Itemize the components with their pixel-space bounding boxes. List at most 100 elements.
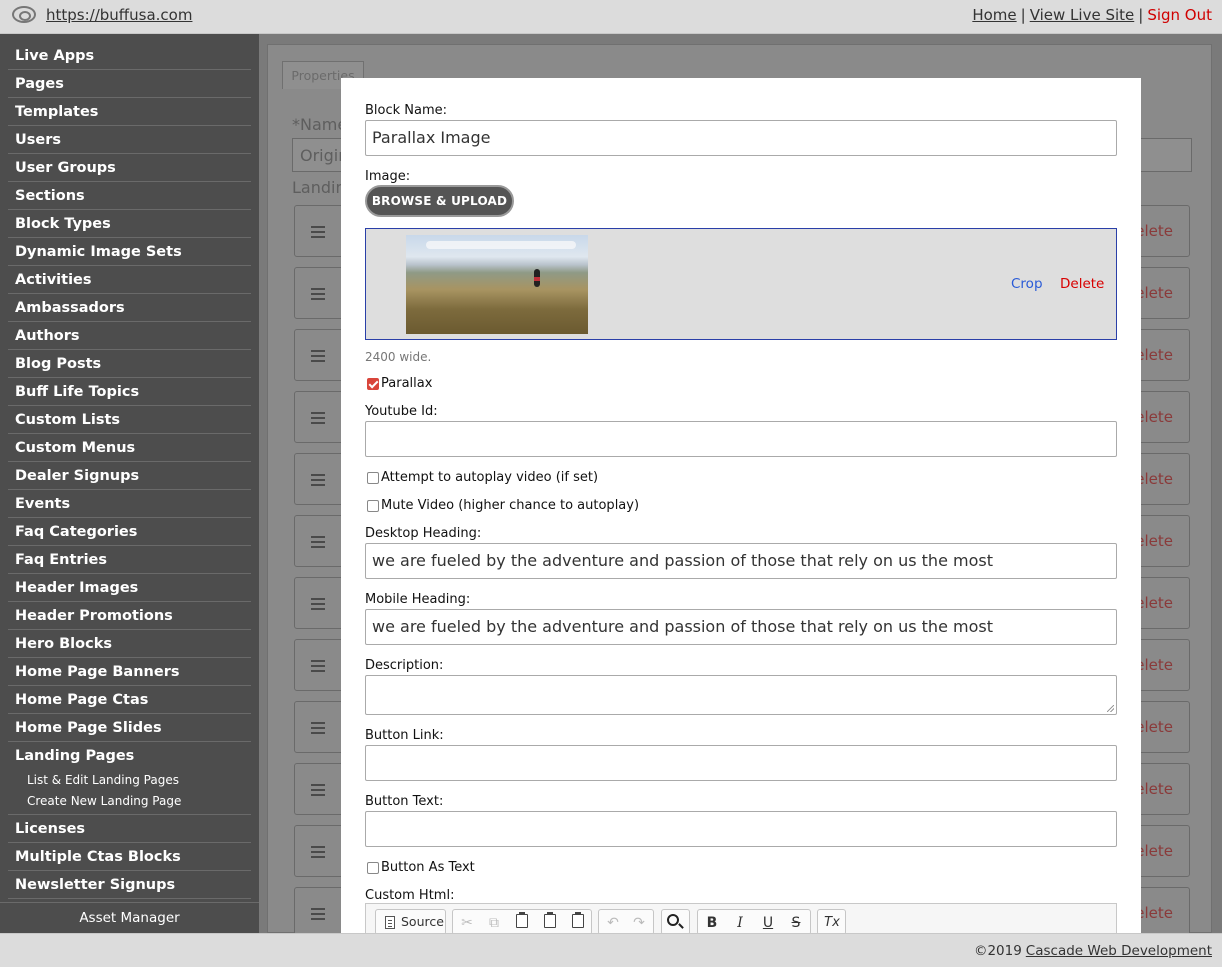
autoplay-label: Attempt to autoplay video (if set) bbox=[381, 470, 599, 485]
footer: ©2019 Cascade Web Development bbox=[0, 933, 1222, 967]
source-button[interactable]: Source bbox=[375, 909, 446, 933]
sidebar-menu: Live Apps Pages Templates Users User Gro… bbox=[8, 42, 251, 899]
redo-icon[interactable]: ↷ bbox=[628, 913, 650, 933]
button-text-label: Button Text: bbox=[365, 794, 444, 809]
mobile-heading-input[interactable]: we are fueled by the adventure and passi… bbox=[365, 609, 1117, 645]
drag-handle-icon[interactable] bbox=[311, 598, 325, 610]
clipboard-toolbar-group: ✂ ⧉ bbox=[452, 909, 592, 933]
nav-separator: | bbox=[1020, 6, 1026, 24]
sidebar-item-faq-entries[interactable]: Faq Entries bbox=[8, 546, 251, 574]
cut-icon[interactable]: ✂ bbox=[456, 913, 478, 933]
desktop-heading-label: Desktop Heading: bbox=[365, 526, 482, 541]
find-search-icon[interactable] bbox=[667, 914, 679, 926]
asset-manager-button[interactable]: Asset Manager bbox=[0, 902, 259, 933]
view-live-site-link[interactable]: View Live Site bbox=[1030, 6, 1135, 24]
drag-handle-icon[interactable] bbox=[311, 536, 325, 548]
sidebar-item-dynamic-image-sets[interactable]: Dynamic Image Sets bbox=[8, 238, 251, 266]
sidebar-item-home-page-ctas[interactable]: Home Page Ctas bbox=[8, 686, 251, 714]
copy-icon[interactable]: ⧉ bbox=[483, 913, 505, 933]
source-button-label: Source bbox=[401, 914, 444, 929]
sidebar-item-newsletter-signups[interactable]: Newsletter Signups bbox=[8, 871, 251, 899]
sidebar-item-home-page-slides[interactable]: Home Page Slides bbox=[8, 714, 251, 742]
sidebar-item-authors[interactable]: Authors bbox=[8, 322, 251, 350]
sidebar-item-licenses[interactable]: Licenses bbox=[8, 815, 251, 843]
site-url-link[interactable]: https://buffusa.com bbox=[46, 6, 192, 24]
sidebar-item-hero-blocks[interactable]: Hero Blocks bbox=[8, 630, 251, 658]
sidebar-item-users[interactable]: Users bbox=[8, 126, 251, 154]
mobile-heading-label: Mobile Heading: bbox=[365, 592, 471, 607]
button-link-input[interactable] bbox=[365, 745, 1117, 781]
drag-handle-icon[interactable] bbox=[311, 288, 325, 300]
nav-separator: | bbox=[1138, 6, 1144, 24]
sidebar-item-live-apps[interactable]: Live Apps bbox=[8, 42, 251, 70]
mute-video-checkbox[interactable] bbox=[367, 500, 379, 512]
paste-icon[interactable] bbox=[516, 912, 528, 928]
bold-button[interactable]: B bbox=[701, 913, 723, 933]
youtube-id-input[interactable] bbox=[365, 421, 1117, 457]
sidebar-item-ambassadors[interactable]: Ambassadors bbox=[8, 294, 251, 322]
drag-handle-icon[interactable] bbox=[311, 846, 325, 858]
drag-handle-icon[interactable] bbox=[311, 722, 325, 734]
drag-handle-icon[interactable] bbox=[311, 226, 325, 238]
delete-image-link[interactable]: Delete bbox=[1060, 276, 1104, 292]
sidebar-item-header-promotions[interactable]: Header Promotions bbox=[8, 602, 251, 630]
drag-handle-icon[interactable] bbox=[311, 412, 325, 424]
sidebar-item-block-types[interactable]: Block Types bbox=[8, 210, 251, 238]
drag-handle-icon[interactable] bbox=[311, 660, 325, 672]
copyright-text: ©2019 bbox=[973, 943, 1022, 959]
sidebar-item-landing-pages[interactable]: Landing Pages bbox=[8, 742, 251, 770]
sidebar-item-pages[interactable]: Pages bbox=[8, 70, 251, 98]
sidebar-subitem-list-edit-landing-pages[interactable]: List & Edit Landing Pages bbox=[8, 770, 251, 791]
footer-text: ©2019 Cascade Web Development bbox=[974, 943, 1212, 959]
parallax-checkbox[interactable] bbox=[367, 378, 379, 390]
custom-html-editor: Source ✂ ⧉ ↶ ↷ B I U S Tx bbox=[365, 903, 1117, 933]
company-link[interactable]: Cascade Web Development bbox=[1026, 943, 1212, 959]
sidebar-item-header-images[interactable]: Header Images bbox=[8, 574, 251, 602]
drag-handle-icon[interactable] bbox=[311, 350, 325, 362]
desktop-heading-input[interactable]: we are fueled by the adventure and passi… bbox=[365, 543, 1117, 579]
parallax-label: Parallax bbox=[381, 376, 433, 391]
sidebar-item-sections[interactable]: Sections bbox=[8, 182, 251, 210]
drag-handle-icon[interactable] bbox=[311, 784, 325, 796]
edit-block-modal: Block Name: Parallax Image Image: BROWSE… bbox=[341, 78, 1141, 933]
sidebar-item-multiple-ctas-blocks[interactable]: Multiple Ctas Blocks bbox=[8, 843, 251, 871]
paste-text-icon[interactable] bbox=[544, 912, 556, 928]
drag-handle-icon[interactable] bbox=[311, 908, 325, 920]
sidebar-item-dealer-signups[interactable]: Dealer Signups bbox=[8, 462, 251, 490]
autoplay-checkbox[interactable] bbox=[367, 472, 379, 484]
undo-icon[interactable]: ↶ bbox=[602, 913, 624, 933]
italic-button[interactable]: I bbox=[729, 913, 751, 933]
browse-upload-button[interactable]: BROWSE & UPLOAD bbox=[365, 185, 514, 217]
sidebar-item-user-groups[interactable]: User Groups bbox=[8, 154, 251, 182]
home-link[interactable]: Home bbox=[972, 6, 1016, 24]
source-doc-icon bbox=[385, 916, 395, 929]
sidebar-item-buff-life-topics[interactable]: Buff Life Topics bbox=[8, 378, 251, 406]
sidebar-subitem-create-landing-page[interactable]: Create New Landing Page bbox=[8, 791, 251, 815]
paste-word-icon[interactable] bbox=[572, 912, 584, 928]
drag-handle-icon[interactable] bbox=[311, 474, 325, 486]
sidebar-item-events[interactable]: Events bbox=[8, 490, 251, 518]
crop-link[interactable]: Crop bbox=[1011, 276, 1043, 292]
button-link-label: Button Link: bbox=[365, 728, 444, 743]
sidebar: Live Apps Pages Templates Users User Gro… bbox=[0, 34, 259, 933]
sidebar-item-activities[interactable]: Activities bbox=[8, 266, 251, 294]
sign-out-link[interactable]: Sign Out bbox=[1147, 6, 1212, 24]
sidebar-item-home-page-banners[interactable]: Home Page Banners bbox=[8, 658, 251, 686]
youtube-id-label: Youtube Id: bbox=[365, 404, 438, 419]
block-name-input[interactable]: Parallax Image bbox=[365, 120, 1117, 156]
sidebar-item-templates[interactable]: Templates bbox=[8, 98, 251, 126]
button-text-input[interactable] bbox=[365, 811, 1117, 847]
block-name-label: Block Name: bbox=[365, 103, 448, 118]
remove-format-icon[interactable]: Tx bbox=[821, 913, 843, 933]
image-preview-box: Crop Delete bbox=[365, 228, 1117, 340]
sidebar-item-blog-posts[interactable]: Blog Posts bbox=[8, 350, 251, 378]
landing-blocks-label: Landin bbox=[292, 178, 346, 197]
sidebar-item-custom-lists[interactable]: Custom Lists bbox=[8, 406, 251, 434]
thumbnail-cloud bbox=[426, 241, 576, 249]
sidebar-item-custom-menus[interactable]: Custom Menus bbox=[8, 434, 251, 462]
underline-button[interactable]: U bbox=[757, 913, 779, 933]
sidebar-item-faq-categories[interactable]: Faq Categories bbox=[8, 518, 251, 546]
strikethrough-button[interactable]: S bbox=[785, 913, 807, 933]
button-as-text-checkbox[interactable] bbox=[367, 862, 379, 874]
description-textarea[interactable] bbox=[365, 675, 1117, 715]
